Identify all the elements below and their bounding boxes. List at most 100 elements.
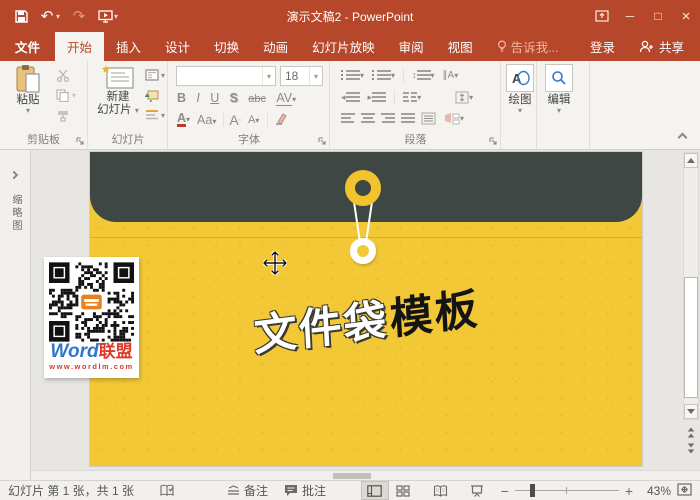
title-bar: ↶ ▾ ↷ ▾ 演示文稿2 - PowerPoint ─ □ × (0, 0, 700, 32)
vertical-scroll-thumb[interactable] (684, 277, 698, 398)
grow-font-button[interactable]: Aˆ (229, 112, 241, 128)
tab-transitions[interactable]: 切换 (202, 32, 251, 61)
notes-button[interactable]: 备注 (227, 482, 268, 499)
font-name-combo[interactable]: ▾ (176, 66, 276, 86)
fit-to-window-button[interactable] (677, 483, 692, 499)
numbering-caret: ▾ (391, 72, 395, 79)
layout-button[interactable]: ▾ (145, 67, 165, 83)
save-button[interactable] (8, 3, 34, 29)
thumbnails-pane[interactable]: 缩略图 (0, 150, 31, 480)
section-button[interactable]: ▾ (145, 107, 165, 123)
ribbon-display-options-button[interactable] (588, 0, 616, 32)
brand-word: Word (50, 341, 98, 362)
tab-slideshow[interactable]: 幻灯片放映 (300, 32, 387, 61)
bold-button[interactable]: B (177, 91, 186, 105)
zoom-out-button[interactable]: − (501, 483, 509, 499)
sign-in-button[interactable]: 登录 (578, 32, 627, 61)
collapse-ribbon-button[interactable] (678, 133, 688, 143)
tell-me-box[interactable]: 告诉我... (485, 32, 571, 61)
next-slide-button[interactable] (683, 442, 699, 455)
reset-slide-button[interactable] (145, 87, 165, 103)
horizontal-scroll-thumb[interactable] (333, 473, 371, 479)
paste-button[interactable]: 粘贴 ▾ (8, 64, 48, 114)
font-dialog-launcher[interactable] (317, 135, 327, 145)
align-center-button[interactable] (361, 113, 375, 124)
numbering-button[interactable]: ▾ (372, 70, 395, 81)
font-size-combo[interactable]: 18 ▾ (280, 66, 323, 86)
horizontal-scrollbar[interactable] (31, 470, 700, 480)
tab-file[interactable]: 文件 (0, 32, 55, 61)
tab-design[interactable]: 设计 (153, 32, 202, 61)
tab-insert[interactable]: 插入 (104, 32, 153, 61)
proofing-status-button[interactable] (160, 484, 175, 497)
underline-button[interactable]: U (210, 91, 219, 105)
comments-button[interactable]: 批注 (284, 482, 326, 499)
share-person-icon (639, 40, 654, 53)
decrease-indent-button[interactable]: ◂ (341, 92, 360, 103)
change-case-button[interactable]: Aa▾ (197, 113, 216, 127)
qr-card[interactable]: Word联盟 www.wordlm.com (44, 257, 139, 378)
close-button[interactable]: × (672, 0, 700, 32)
reading-view-button[interactable] (427, 481, 455, 500)
fit-to-window-icon (677, 483, 692, 496)
normal-view-button[interactable] (361, 481, 389, 500)
maximize-button[interactable]: □ (644, 0, 672, 32)
share-button[interactable]: 共享 (627, 32, 700, 61)
paragraph-dialog-launcher[interactable] (488, 135, 498, 145)
font-group-label: 字体 (169, 131, 329, 147)
bullets-button[interactable]: ▾ (341, 70, 364, 81)
columns-button[interactable]: ▾ (403, 92, 421, 103)
font-color-button[interactable]: A▾ (177, 113, 190, 127)
group-font: ▾ 18 ▾ B I U S abc AV▾ A▾ Aa▾ Aˆ A▾ (169, 61, 330, 149)
vertical-scrollbar[interactable] (683, 152, 699, 420)
text-direction-button[interactable]: ∥A▾ (443, 70, 459, 81)
up-arrow-icon (687, 158, 695, 163)
slide-canvas[interactable]: 文件袋模板 (90, 152, 642, 466)
line-spacing-button[interactable]: ↕▾ (412, 70, 435, 81)
strikethrough-button[interactable]: abc (248, 93, 266, 105)
cut-button[interactable] (56, 67, 76, 83)
font-size-caret[interactable]: ▾ (309, 67, 322, 85)
drawing-button[interactable]: A 绘图 ▾ (505, 64, 535, 114)
editing-button[interactable]: 编辑 ▾ (544, 64, 574, 114)
paste-dropdown-caret: ▾ (26, 107, 30, 114)
tab-animations[interactable]: 动画 (251, 32, 300, 61)
font-name-caret[interactable]: ▾ (262, 67, 275, 85)
minimize-button[interactable]: ─ (616, 0, 644, 32)
distribute-button[interactable] (421, 112, 436, 125)
slideshow-view-button[interactable] (463, 481, 491, 500)
undo-dropdown[interactable]: ▾ (56, 12, 66, 21)
tab-view[interactable]: 视图 (436, 32, 485, 61)
italic-button[interactable]: I (196, 91, 199, 105)
new-slide-icon (101, 64, 135, 91)
zoom-slider-thumb[interactable] (530, 484, 535, 497)
tab-home[interactable]: 开始 (55, 32, 104, 61)
shrink-font-button[interactable]: A▾ (248, 114, 259, 126)
slide-sorter-view-button[interactable] (389, 481, 417, 500)
scroll-up-button[interactable] (684, 153, 698, 168)
text-shadow-button[interactable]: S (230, 91, 238, 105)
scroll-down-button[interactable] (684, 404, 698, 419)
zoom-percentage[interactable]: 43% (639, 484, 671, 498)
shrink-caret: ▾ (255, 117, 259, 124)
expand-pane-icon[interactable] (10, 171, 18, 179)
align-left-button[interactable] (341, 113, 355, 124)
align-text-button[interactable]: ▾ (455, 91, 473, 104)
copy-button[interactable]: ▾ (56, 87, 76, 103)
previous-slide-button[interactable] (683, 426, 699, 439)
format-painter-button[interactable] (56, 107, 76, 123)
increase-indent-button[interactable]: ▸ (368, 92, 387, 103)
double-down-icon (688, 444, 694, 448)
new-slide-button[interactable]: 新建 幻灯片 ▾ (95, 64, 141, 117)
customize-qat-dropdown[interactable]: ▾ (114, 12, 124, 21)
character-spacing-button[interactable]: AV▾ (276, 91, 296, 106)
zoom-slider[interactable] (515, 484, 619, 497)
zoom-in-button[interactable]: + (625, 483, 633, 499)
clipboard-dialog-launcher[interactable] (75, 135, 85, 145)
tab-review[interactable]: 审阅 (387, 32, 436, 61)
clear-formatting-button[interactable] (274, 113, 288, 128)
align-right-button[interactable] (381, 113, 395, 124)
slide-number-indicator[interactable]: 幻灯片 第 1 张，共 1 张 (8, 482, 134, 499)
justify-button[interactable] (401, 113, 415, 124)
convert-smartart-button[interactable]: ▾ (444, 112, 464, 125)
